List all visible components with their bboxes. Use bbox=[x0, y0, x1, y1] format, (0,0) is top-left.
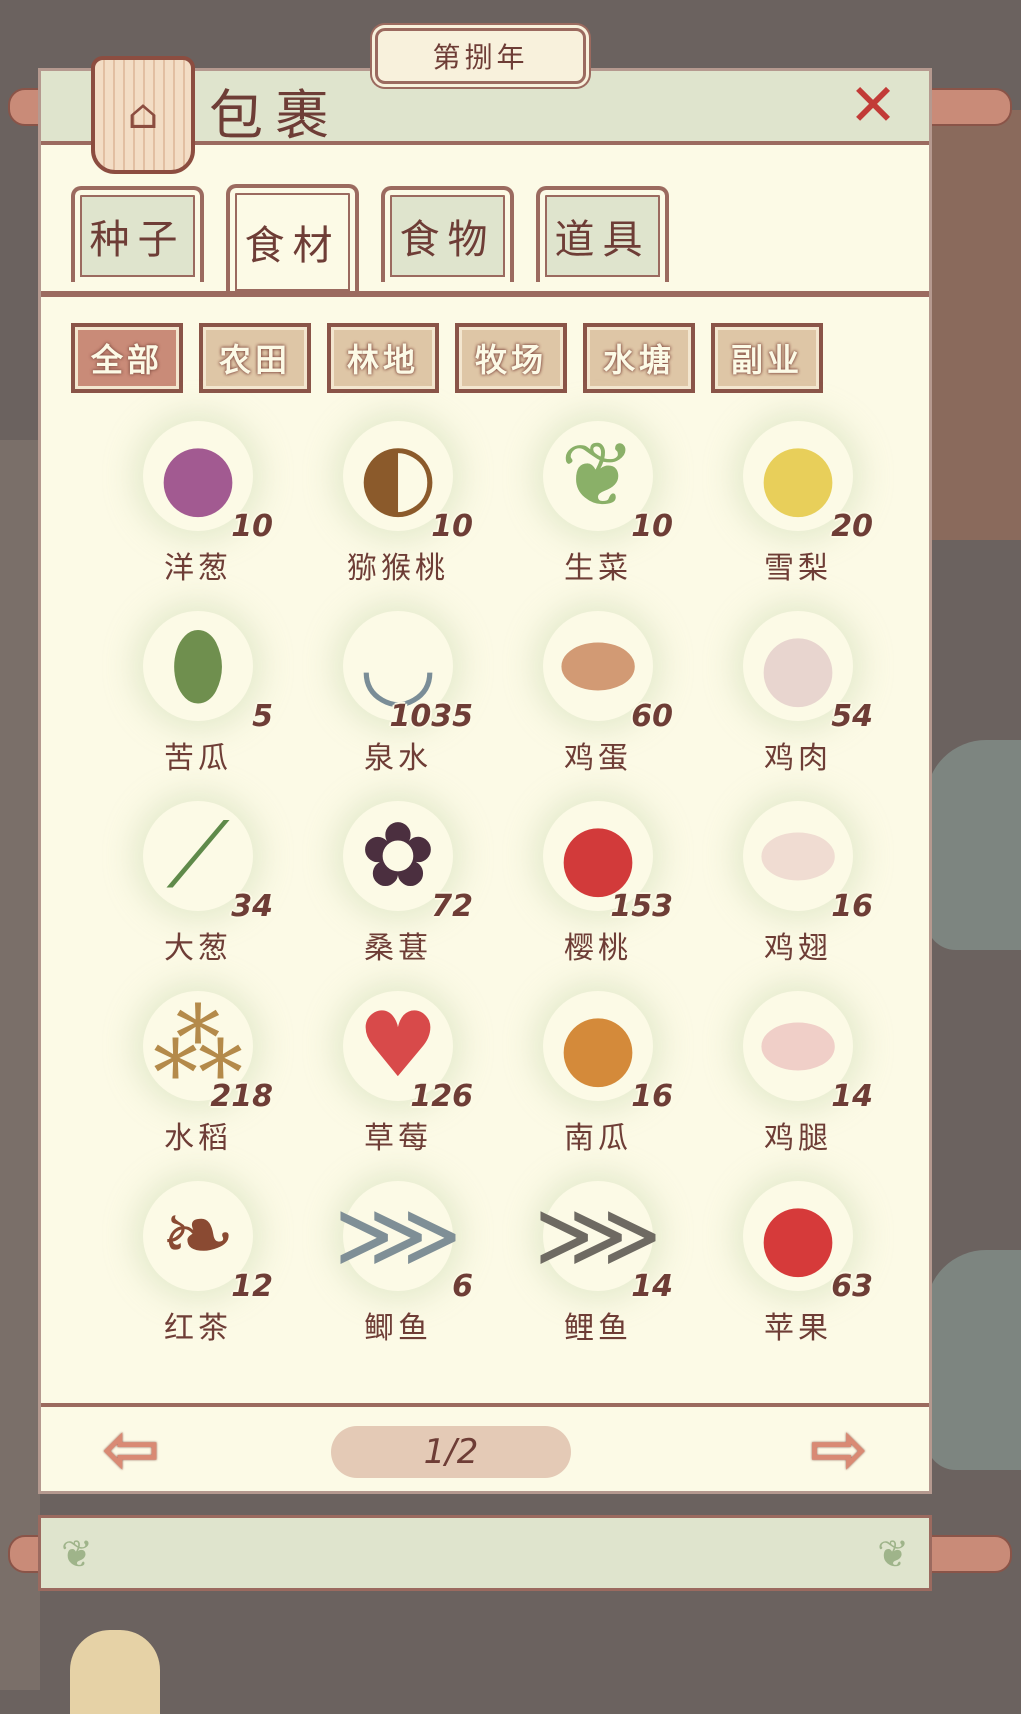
item-quantity: 60 bbox=[631, 699, 673, 734]
crucian-fish-icon: ⋙ bbox=[334, 1181, 462, 1291]
tab-tools[interactable]: 道具 bbox=[536, 186, 669, 282]
item-name: 雪梨 bbox=[764, 551, 832, 586]
item-quantity: 72 bbox=[431, 889, 473, 924]
inventory-item[interactable]: ❦ 10 生菜 bbox=[503, 421, 693, 596]
tab-food[interactable]: 食物 bbox=[381, 186, 514, 282]
inventory-item[interactable]: ✿ 72 桑葚 bbox=[303, 801, 493, 976]
item-name: 生菜 bbox=[564, 551, 632, 586]
inventory-item[interactable]: ⋙ 14 鲤鱼 bbox=[503, 1181, 693, 1356]
basket-icon: ⌂ bbox=[91, 56, 195, 174]
item-name: 草莓 bbox=[364, 1121, 432, 1156]
item-quantity: 16 bbox=[831, 889, 873, 924]
close-button[interactable]: ✕ bbox=[845, 76, 901, 134]
filter-woodland[interactable]: 林地 bbox=[327, 323, 439, 393]
filter-ranch[interactable]: 牧场 bbox=[455, 323, 567, 393]
prev-page-button[interactable]: ⇦ bbox=[86, 1414, 176, 1484]
inventory-item[interactable]: ❧ 12 红茶 bbox=[103, 1181, 293, 1356]
item-name: 猕猴桃 bbox=[347, 551, 449, 586]
footer-divider bbox=[41, 1403, 929, 1407]
inventory-item[interactable]: ● 153 樱桃 bbox=[503, 801, 693, 976]
item-quantity: 1035 bbox=[389, 699, 474, 734]
inventory-item[interactable]: ◡ 1035 泉水 bbox=[303, 611, 493, 786]
ginkgo-leaf-icon: ❦ bbox=[877, 1532, 909, 1576]
inventory-item[interactable]: ⬬ 16 鸡翅 bbox=[703, 801, 893, 976]
item-quantity: 63 bbox=[831, 1269, 873, 1304]
inventory-item[interactable]: ● 10 洋葱 bbox=[103, 421, 293, 596]
background-rock bbox=[926, 1250, 1021, 1470]
item-quantity: 10 bbox=[231, 509, 273, 544]
filter-pond[interactable]: 水塘 bbox=[583, 323, 695, 393]
tab-divider bbox=[41, 291, 929, 297]
item-quantity: 153 bbox=[610, 889, 673, 924]
filter-all[interactable]: 全部 bbox=[71, 323, 183, 393]
item-quantity: 10 bbox=[631, 509, 673, 544]
inventory-item[interactable]: ◐ 10 猕猴桃 bbox=[303, 421, 493, 596]
background-wall bbox=[926, 110, 1021, 540]
item-quantity: 34 bbox=[231, 889, 273, 924]
filter-bar: 全部 农田 林地 牧场 水塘 副业 bbox=[71, 323, 921, 393]
filter-farmland[interactable]: 农田 bbox=[199, 323, 311, 393]
item-quantity: 20 bbox=[831, 509, 873, 544]
item-name: 泉水 bbox=[364, 741, 432, 776]
item-name: 鸡肉 bbox=[764, 741, 832, 776]
item-name: 鸡翅 bbox=[764, 931, 832, 966]
panel-title: 包裹 bbox=[209, 84, 341, 147]
inventory-item[interactable]: ⬬ 14 鸡腿 bbox=[703, 991, 893, 1166]
item-name: 鲫鱼 bbox=[364, 1311, 432, 1346]
inventory-item[interactable]: ● 63 苹果 bbox=[703, 1181, 893, 1356]
ginkgo-leaf-icon: ❦ bbox=[61, 1532, 93, 1576]
item-name: 水稻 bbox=[164, 1121, 232, 1156]
tab-seeds[interactable]: 种子 bbox=[71, 186, 204, 282]
character-avatar bbox=[70, 1630, 160, 1714]
inventory-panel: ⌂ 包裹 ✕ 种子 食材 食物 道具 全部 农田 林地 牧场 水塘 副业 ● 10… bbox=[38, 56, 932, 1494]
item-name: 鸡腿 bbox=[764, 1121, 832, 1156]
item-name: 南瓜 bbox=[564, 1121, 632, 1156]
item-quantity: 54 bbox=[831, 699, 873, 734]
item-quantity: 16 bbox=[631, 1079, 673, 1114]
filter-sideline[interactable]: 副业 bbox=[711, 323, 823, 393]
item-quantity: 14 bbox=[831, 1079, 873, 1114]
item-quantity: 12 bbox=[231, 1269, 273, 1304]
inventory-item[interactable]: ♥ 126 草莓 bbox=[303, 991, 493, 1166]
item-name: 红茶 bbox=[164, 1311, 232, 1346]
item-quantity: 5 bbox=[252, 699, 273, 734]
inventory-item[interactable]: ● 16 南瓜 bbox=[503, 991, 693, 1166]
year-badge: 第捌年 bbox=[375, 28, 586, 84]
item-quantity: 10 bbox=[431, 509, 473, 544]
page-indicator: 1/2 bbox=[331, 1426, 571, 1478]
bottom-scroll-panel: ❦ ❦ bbox=[38, 1515, 932, 1591]
item-quantity: 218 bbox=[210, 1079, 273, 1114]
inventory-item[interactable]: ⟋ 34 大葱 bbox=[103, 801, 293, 976]
tab-ingredients[interactable]: 食材 bbox=[226, 184, 359, 296]
item-name: 苹果 bbox=[764, 1311, 832, 1346]
item-name: 鸡蛋 bbox=[564, 741, 632, 776]
inventory-item[interactable]: ● 54 鸡肉 bbox=[703, 611, 893, 786]
inventory-item[interactable]: ⋙ 6 鲫鱼 bbox=[303, 1181, 493, 1356]
inventory-item[interactable]: ⁂ 218 水稻 bbox=[103, 991, 293, 1166]
background-scene-left bbox=[0, 440, 40, 1690]
item-name: 苦瓜 bbox=[164, 741, 232, 776]
item-name: 樱桃 bbox=[564, 931, 632, 966]
item-name: 洋葱 bbox=[164, 551, 232, 586]
background-rock bbox=[926, 740, 1021, 950]
next-page-button[interactable]: ⇨ bbox=[794, 1414, 884, 1484]
item-name: 桑葚 bbox=[364, 931, 432, 966]
inventory-item[interactable]: ⬬ 60 鸡蛋 bbox=[503, 611, 693, 786]
item-quantity: 6 bbox=[452, 1269, 473, 1304]
inventory-item[interactable]: ● 20 雪梨 bbox=[703, 421, 893, 596]
item-quantity: 14 bbox=[631, 1269, 673, 1304]
bitter-melon-icon: ⬮ bbox=[143, 611, 253, 721]
item-quantity: 126 bbox=[410, 1079, 473, 1114]
item-name: 鲤鱼 bbox=[564, 1311, 632, 1346]
item-name: 大葱 bbox=[164, 931, 232, 966]
inventory-item[interactable]: ⬮ 5 苦瓜 bbox=[103, 611, 293, 786]
